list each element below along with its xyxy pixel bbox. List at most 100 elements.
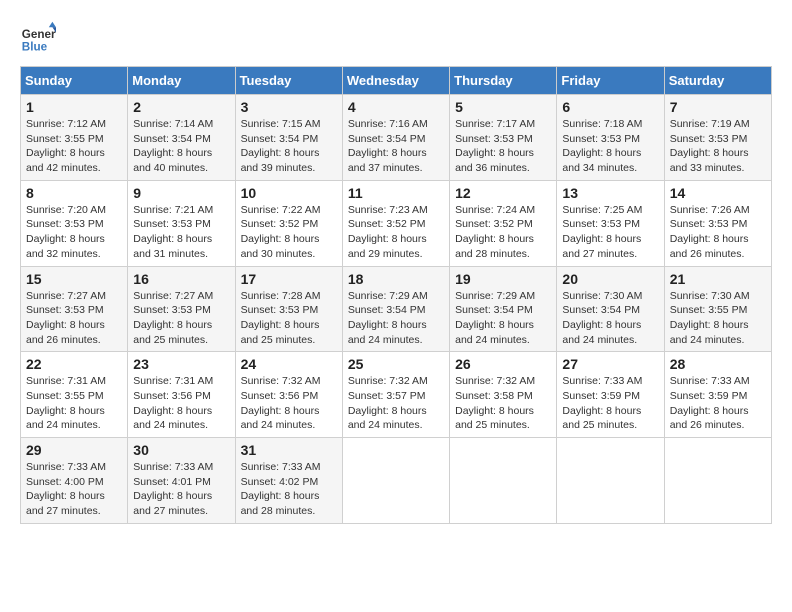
day-cell-18: 18 Sunrise: 7:29 AMSunset: 3:54 PMDayligh… xyxy=(342,266,449,352)
day-info: Sunrise: 7:33 AMSunset: 4:00 PMDaylight:… xyxy=(26,460,122,519)
day-cell-21: 21 Sunrise: 7:30 AMSunset: 3:55 PMDayligh… xyxy=(664,266,771,352)
day-number: 18 xyxy=(348,271,444,287)
day-cell-11: 11 Sunrise: 7:23 AMSunset: 3:52 PMDayligh… xyxy=(342,180,449,266)
day-cell-13: 13 Sunrise: 7:25 AMSunset: 3:53 PMDayligh… xyxy=(557,180,664,266)
day-info: Sunrise: 7:15 AMSunset: 3:54 PMDaylight:… xyxy=(241,117,337,176)
day-number: 9 xyxy=(133,185,229,201)
day-number: 17 xyxy=(241,271,337,287)
week-row-2: 8 Sunrise: 7:20 AMSunset: 3:53 PMDaylight… xyxy=(21,180,772,266)
day-info: Sunrise: 7:27 AMSunset: 3:53 PMDaylight:… xyxy=(133,289,229,348)
day-cell-1: 1 Sunrise: 7:12 AMSunset: 3:55 PMDaylight… xyxy=(21,95,128,181)
day-info: Sunrise: 7:26 AMSunset: 3:53 PMDaylight:… xyxy=(670,203,766,262)
day-number: 11 xyxy=(348,185,444,201)
day-info: Sunrise: 7:23 AMSunset: 3:52 PMDaylight:… xyxy=(348,203,444,262)
day-cell-15: 15Sunrise: 7:27 AMSunset: 3:53 PMDayligh… xyxy=(21,266,128,352)
day-cell-29: 29 Sunrise: 7:33 AMSunset: 4:00 PMDayligh… xyxy=(21,438,128,524)
day-cell-28: 28 Sunrise: 7:33 AMSunset: 3:59 PMDayligh… xyxy=(664,352,771,438)
day-number: 24 xyxy=(241,356,337,372)
day-number: 28 xyxy=(670,356,766,372)
day-cell-22: 22Sunrise: 7:31 AMSunset: 3:55 PMDayligh… xyxy=(21,352,128,438)
day-cell-7: 7 Sunrise: 7:19 AMSunset: 3:53 PMDaylight… xyxy=(664,95,771,181)
logo-icon: General Blue xyxy=(20,20,56,56)
day-info: Sunrise: 7:32 AMSunset: 3:56 PMDaylight:… xyxy=(241,374,337,433)
day-cell-14: 14 Sunrise: 7:26 AMSunset: 3:53 PMDayligh… xyxy=(664,180,771,266)
day-number: 19 xyxy=(455,271,551,287)
day-info: Sunrise: 7:17 AMSunset: 3:53 PMDaylight:… xyxy=(455,117,551,176)
day-header-monday: Monday xyxy=(128,67,235,95)
day-header-wednesday: Wednesday xyxy=(342,67,449,95)
day-cell-24: 24 Sunrise: 7:32 AMSunset: 3:56 PMDayligh… xyxy=(235,352,342,438)
page-header: General Blue xyxy=(20,20,772,56)
day-info: Sunrise: 7:20 AMSunset: 3:53 PMDaylight:… xyxy=(26,203,122,262)
day-cell-5: 5 Sunrise: 7:17 AMSunset: 3:53 PMDaylight… xyxy=(450,95,557,181)
day-info: Sunrise: 7:14 AMSunset: 3:54 PMDaylight:… xyxy=(133,117,229,176)
day-info: Sunrise: 7:27 AMSunset: 3:53 PMDaylight:… xyxy=(26,289,122,348)
day-header-friday: Friday xyxy=(557,67,664,95)
day-number: 13 xyxy=(562,185,658,201)
day-number: 31 xyxy=(241,442,337,458)
day-info: Sunrise: 7:33 AMSunset: 3:59 PMDaylight:… xyxy=(562,374,658,433)
day-info: Sunrise: 7:33 AMSunset: 4:02 PMDaylight:… xyxy=(241,460,337,519)
day-number: 25 xyxy=(348,356,444,372)
logo: General Blue xyxy=(20,20,56,56)
day-cell-2: 2 Sunrise: 7:14 AMSunset: 3:54 PMDaylight… xyxy=(128,95,235,181)
day-info: Sunrise: 7:29 AMSunset: 3:54 PMDaylight:… xyxy=(455,289,551,348)
day-cell-23: 23 Sunrise: 7:31 AMSunset: 3:56 PMDayligh… xyxy=(128,352,235,438)
day-number: 29 xyxy=(26,442,122,458)
day-info: Sunrise: 7:28 AMSunset: 3:53 PMDaylight:… xyxy=(241,289,337,348)
day-cell-10: 10Sunrise: 7:22 AMSunset: 3:52 PMDayligh… xyxy=(235,180,342,266)
day-info: Sunrise: 7:12 AMSunset: 3:55 PMDaylight:… xyxy=(26,117,122,176)
day-number: 5 xyxy=(455,99,551,115)
day-number: 22 xyxy=(26,356,122,372)
day-number: 14 xyxy=(670,185,766,201)
day-cell-12: 12 Sunrise: 7:24 AMSunset: 3:52 PMDayligh… xyxy=(450,180,557,266)
day-info: Sunrise: 7:30 AMSunset: 3:54 PMDaylight:… xyxy=(562,289,658,348)
day-cell-8: 8 Sunrise: 7:20 AMSunset: 3:53 PMDaylight… xyxy=(21,180,128,266)
day-info: Sunrise: 7:32 AMSunset: 3:57 PMDaylight:… xyxy=(348,374,444,433)
header-row: SundayMondayTuesdayWednesdayThursdayFrid… xyxy=(21,67,772,95)
day-info: Sunrise: 7:18 AMSunset: 3:53 PMDaylight:… xyxy=(562,117,658,176)
day-info: Sunrise: 7:30 AMSunset: 3:55 PMDaylight:… xyxy=(670,289,766,348)
day-number: 26 xyxy=(455,356,551,372)
day-info: Sunrise: 7:33 AMSunset: 4:01 PMDaylight:… xyxy=(133,460,229,519)
day-info: Sunrise: 7:21 AMSunset: 3:53 PMDaylight:… xyxy=(133,203,229,262)
day-cell-27: 27 Sunrise: 7:33 AMSunset: 3:59 PMDayligh… xyxy=(557,352,664,438)
empty-cell xyxy=(342,438,449,524)
day-info: Sunrise: 7:22 AMSunset: 3:52 PMDaylight:… xyxy=(241,203,337,262)
day-header-saturday: Saturday xyxy=(664,67,771,95)
day-info: Sunrise: 7:25 AMSunset: 3:53 PMDaylight:… xyxy=(562,203,658,262)
day-info: Sunrise: 7:29 AMSunset: 3:54 PMDaylight:… xyxy=(348,289,444,348)
day-cell-17: 17 Sunrise: 7:28 AMSunset: 3:53 PMDayligh… xyxy=(235,266,342,352)
week-row-4: 22Sunrise: 7:31 AMSunset: 3:55 PMDayligh… xyxy=(21,352,772,438)
empty-cell xyxy=(450,438,557,524)
day-cell-25: 25 Sunrise: 7:32 AMSunset: 3:57 PMDayligh… xyxy=(342,352,449,438)
day-header-sunday: Sunday xyxy=(21,67,128,95)
day-info: Sunrise: 7:32 AMSunset: 3:58 PMDaylight:… xyxy=(455,374,551,433)
day-info: Sunrise: 7:33 AMSunset: 3:59 PMDaylight:… xyxy=(670,374,766,433)
day-info: Sunrise: 7:16 AMSunset: 3:54 PMDaylight:… xyxy=(348,117,444,176)
week-row-3: 15Sunrise: 7:27 AMSunset: 3:53 PMDayligh… xyxy=(21,266,772,352)
day-info: Sunrise: 7:19 AMSunset: 3:53 PMDaylight:… xyxy=(670,117,766,176)
week-row-1: 1 Sunrise: 7:12 AMSunset: 3:55 PMDaylight… xyxy=(21,95,772,181)
day-number: 8 xyxy=(26,185,122,201)
day-header-tuesday: Tuesday xyxy=(235,67,342,95)
calendar-table: SundayMondayTuesdayWednesdayThursdayFrid… xyxy=(20,66,772,524)
day-cell-26: 26 Sunrise: 7:32 AMSunset: 3:58 PMDayligh… xyxy=(450,352,557,438)
svg-text:General: General xyxy=(22,28,56,41)
day-number: 7 xyxy=(670,99,766,115)
day-number: 12 xyxy=(455,185,551,201)
day-cell-4: 4Sunrise: 7:16 AMSunset: 3:54 PMDaylight… xyxy=(342,95,449,181)
day-number: 16 xyxy=(133,271,229,287)
day-cell-3: 3Sunrise: 7:15 AMSunset: 3:54 PMDaylight… xyxy=(235,95,342,181)
day-info: Sunrise: 7:24 AMSunset: 3:52 PMDaylight:… xyxy=(455,203,551,262)
day-cell-31: 31 Sunrise: 7:33 AMSunset: 4:02 PMDayligh… xyxy=(235,438,342,524)
day-info: Sunrise: 7:31 AMSunset: 3:56 PMDaylight:… xyxy=(133,374,229,433)
day-number: 1 xyxy=(26,99,122,115)
week-row-5: 29 Sunrise: 7:33 AMSunset: 4:00 PMDayligh… xyxy=(21,438,772,524)
day-number: 2 xyxy=(133,99,229,115)
day-number: 27 xyxy=(562,356,658,372)
day-cell-30: 30Sunrise: 7:33 AMSunset: 4:01 PMDayligh… xyxy=(128,438,235,524)
svg-text:Blue: Blue xyxy=(22,41,48,54)
day-number: 23 xyxy=(133,356,229,372)
day-number: 21 xyxy=(670,271,766,287)
